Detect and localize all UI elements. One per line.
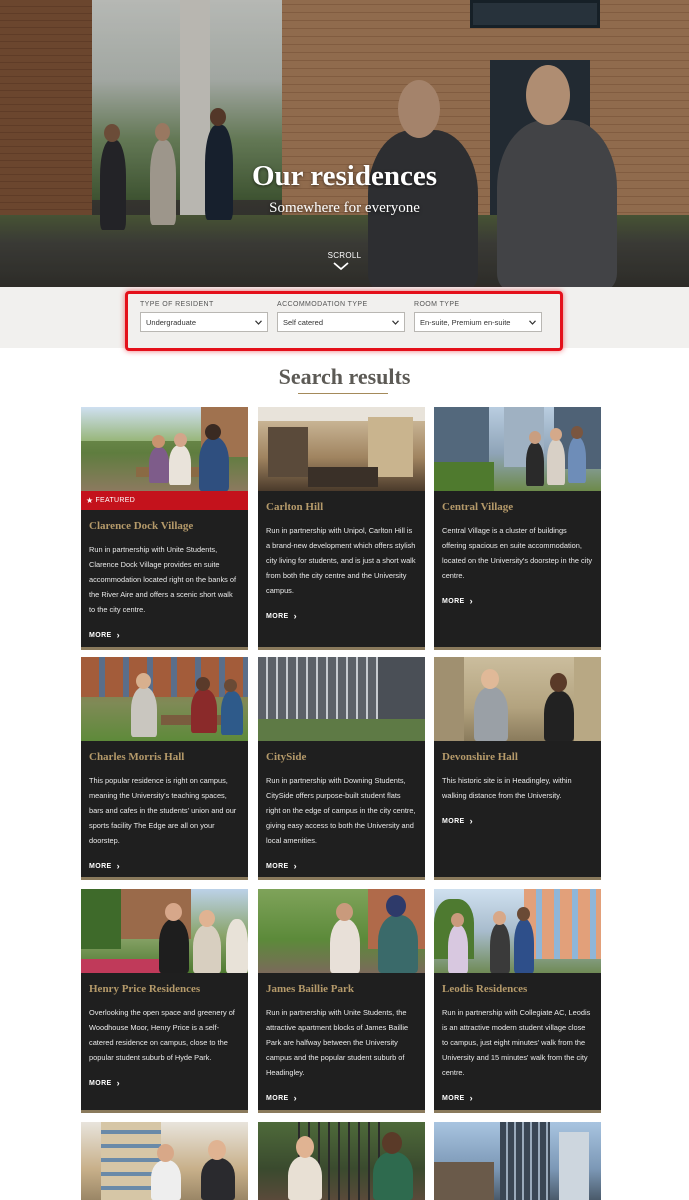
residence-card-james-baillie-park[interactable]: James Baillie Park Run in partnership wi… [258,889,425,1113]
more-link[interactable]: MORE › [81,1065,248,1088]
residence-photo [434,657,601,741]
chevron-right-icon: › [116,861,121,872]
residence-card-partial[interactable] [81,1122,248,1200]
residence-photo [81,889,248,973]
chevron-right-icon: › [469,596,474,607]
chevron-right-icon: › [469,816,474,827]
more-link[interactable]: MORE › [81,848,248,871]
residence-description: Run in partnership with Unite Students, … [266,1008,409,1078]
residence-name[interactable]: James Baillie Park [258,973,425,996]
chevron-right-icon: › [293,861,298,872]
residence-card-partial[interactable] [258,1122,425,1200]
residence-description: Run in partnership with Unite Students, … [89,545,237,615]
residence-photo [258,1122,425,1200]
more-label: MORE [442,597,465,605]
residence-description: Run in partnership with Collegiate AC, L… [442,1008,591,1078]
search-results-title: Search results [278,364,411,389]
residence-description: Run in partnership with Downing Students… [266,776,416,846]
residence-photo [434,889,601,973]
residence-name[interactable]: Carlton Hill [258,491,425,514]
residence-name[interactable]: Central Village [434,491,601,514]
more-link[interactable]: MORE › [434,1080,601,1103]
more-link[interactable]: MORE › [258,848,425,871]
chevron-right-icon: › [469,1093,474,1104]
star-icon: ★ [86,496,94,505]
more-label: MORE [266,1094,289,1102]
more-label: MORE [89,862,112,870]
chevron-right-icon: › [116,630,121,641]
more-link[interactable]: MORE › [434,583,601,606]
more-label: MORE [89,631,112,639]
chevron-right-icon: › [293,1093,298,1104]
more-label: MORE [442,817,465,825]
residence-photo [81,657,248,741]
residence-photo [434,1122,601,1200]
more-link[interactable]: MORE › [434,803,601,826]
residence-photo [81,1122,248,1200]
residence-name[interactable]: Henry Price Residences [81,973,248,996]
residence-name[interactable]: Devonshire Hall [434,741,601,764]
residence-card-partial[interactable] [434,1122,601,1200]
more-link[interactable]: MORE › [81,617,248,640]
residence-photo [81,407,248,491]
featured-label: FEATURED [95,497,136,504]
more-link[interactable]: MORE › [258,1080,425,1103]
residence-description: Central Village is a cluster of building… [442,526,593,581]
more-label: MORE [442,1094,465,1102]
hero-overlay [0,0,689,287]
hero-banner: Our residences Somewhere for everyone SC… [0,0,689,287]
residence-name[interactable]: CitySide [258,741,425,764]
residence-description: This popular residence is right on campu… [89,776,237,846]
residence-photo [434,407,601,491]
residence-photo [258,407,425,491]
chevron-down-icon[interactable] [333,261,349,271]
residence-name[interactable]: Clarence Dock Village [81,510,248,533]
residence-photo [258,657,425,741]
residence-photo [258,889,425,973]
residence-card-leodis-residences[interactable]: Leodis Residences Run in partnership wit… [434,889,601,1113]
residence-description: This historic site is in Headingley, wit… [442,776,572,801]
residence-description: Overlooking the open space and greenery … [89,1008,235,1063]
residence-name[interactable]: Charles Morris Hall [81,741,248,764]
residence-card-charles-morris-hall[interactable]: Charles Morris Hall This popular residen… [81,657,248,880]
chevron-right-icon: › [293,611,298,622]
residence-card-central-village[interactable]: Central Village Central Village is a clu… [434,407,601,650]
title-divider [298,393,388,394]
more-label: MORE [266,612,289,620]
more-label: MORE [89,1079,112,1087]
residence-name[interactable]: Leodis Residences [434,973,601,996]
residence-card-devonshire-hall[interactable]: Devonshire Hall This historic site is in… [434,657,601,880]
scroll-label[interactable]: SCROLL [0,251,689,260]
residence-card-carlton-hill[interactable]: Carlton Hill Run in partnership with Uni… [258,407,425,650]
residence-description: Run in partnership with Unipol, Carlton … [266,526,416,596]
filter-highlight-outline [125,291,563,351]
more-label: MORE [266,862,289,870]
page-title: Our residences [251,160,437,192]
page-subtitle: Somewhere for everyone [269,200,420,216]
residence-card-cityside[interactable]: CitySide Run in partnership with Downing… [258,657,425,880]
residence-card-henry-price-residences[interactable]: Henry Price Residences Overlooking the o… [81,889,248,1113]
more-link[interactable]: MORE › [258,598,425,621]
chevron-right-icon: › [116,1078,121,1089]
featured-badge: ★ FEATURED [81,491,248,510]
residence-card-clarence-dock-village[interactable]: ★ FEATURED Clarence Dock Village Run in … [81,407,248,650]
